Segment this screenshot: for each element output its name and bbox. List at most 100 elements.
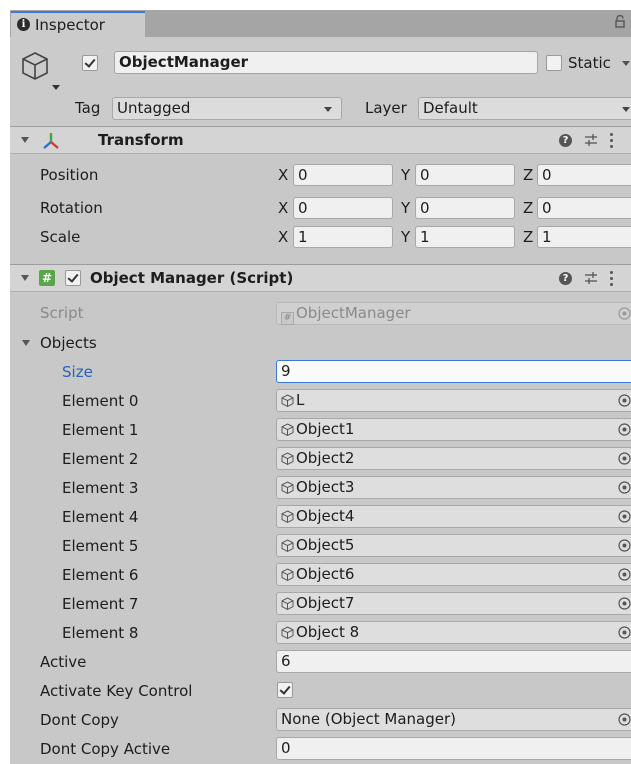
layer-dropdown[interactable]: Default	[418, 97, 631, 120]
activate-key-control-label: Activate Key Control	[40, 682, 193, 700]
gameobject-cube-icon[interactable]	[20, 50, 50, 82]
rotation-y-input[interactable]: 0	[415, 197, 515, 219]
object-picker-icon[interactable]	[618, 539, 631, 552]
element-value: Object5	[296, 536, 355, 554]
element-value: Object6	[296, 565, 355, 583]
element-value: Object4	[296, 507, 355, 525]
scale-label: Scale	[40, 228, 81, 246]
icon-dropdown-caret-icon[interactable]	[52, 85, 60, 90]
object-picker-icon	[618, 307, 631, 320]
scale-x-input[interactable]: 1	[293, 226, 393, 248]
presets-icon[interactable]	[584, 271, 598, 285]
scale-z-input[interactable]: 1	[537, 226, 631, 248]
element-field[interactable]: L	[276, 389, 631, 412]
element-label: Element 4	[62, 508, 139, 526]
element-label: Element 5	[62, 537, 139, 555]
script-label: Script	[40, 304, 84, 322]
help-icon[interactable]: ?	[559, 272, 572, 285]
transform-header[interactable]: Transform ?	[10, 126, 631, 154]
axis-x-label[interactable]: X	[278, 227, 288, 247]
dont-copy-active-input[interactable]: 0	[276, 737, 631, 760]
element-label: Element 7	[62, 595, 139, 613]
element-value: L	[296, 391, 305, 409]
element-field[interactable]: Object5	[276, 534, 631, 557]
element-field[interactable]: Object4	[276, 505, 631, 528]
element-label: Element 1	[62, 421, 139, 439]
object-picker-icon[interactable]	[618, 481, 631, 494]
chevron-down-icon	[622, 107, 630, 112]
object-manager-header[interactable]: # Object Manager (Script) ?	[10, 264, 631, 292]
object-picker-icon[interactable]	[618, 394, 631, 407]
position-z-input[interactable]: 0	[537, 164, 631, 186]
dont-copy-field[interactable]: None (Object Manager)	[276, 708, 631, 731]
element-value: Object1	[296, 420, 355, 438]
object-picker-icon[interactable]	[618, 713, 631, 726]
activate-key-control-checkbox[interactable]	[277, 682, 293, 698]
active-checkbox[interactable]	[82, 55, 98, 71]
info-icon: i	[17, 18, 30, 31]
element-label: Element 2	[62, 450, 139, 468]
axis-y-label[interactable]: Y	[401, 198, 410, 218]
axis-z-label[interactable]: Z	[523, 227, 533, 247]
element-label: Element 8	[62, 624, 139, 642]
foldout-arrow-icon[interactable]	[21, 275, 29, 281]
active-input[interactable]: 6	[276, 650, 631, 673]
axis-y-label[interactable]: Y	[401, 227, 410, 247]
element-field[interactable]: Object2	[276, 447, 631, 470]
size-label: Size	[62, 363, 93, 381]
tab-bar: i Inspector	[10, 10, 631, 38]
static-label[interactable]: Static	[568, 54, 611, 72]
chevron-down-icon	[324, 107, 332, 112]
axis-y-label[interactable]: Y	[401, 165, 410, 185]
dont-copy-active-label: Dont Copy Active	[40, 740, 171, 758]
objects-foldout-icon[interactable]	[22, 340, 30, 346]
tab-inspector[interactable]: i Inspector	[11, 11, 145, 38]
rotation-x-input[interactable]: 0	[293, 197, 393, 219]
object-picker-icon[interactable]	[618, 423, 631, 436]
position-y-input[interactable]: 0	[415, 164, 515, 186]
object-picker-icon[interactable]	[618, 568, 631, 581]
object-picker-icon[interactable]	[618, 597, 631, 610]
cube-icon	[281, 626, 294, 639]
element-field[interactable]: Object 8	[276, 621, 631, 644]
object-name-input[interactable]: ObjectManager	[114, 51, 538, 74]
context-menu-icon[interactable]	[610, 133, 614, 149]
lock-icon[interactable]	[615, 15, 625, 28]
object-picker-icon[interactable]	[618, 452, 631, 465]
rotation-z-input[interactable]: 0	[537, 197, 631, 219]
element-field[interactable]: Object6	[276, 563, 631, 586]
object-picker-icon[interactable]	[618, 510, 631, 523]
scale-y-input[interactable]: 1	[415, 226, 515, 248]
static-dropdown-caret-icon[interactable]	[622, 61, 630, 66]
inspector-window: i Inspector ObjectManager Static Tag Unt…	[10, 10, 631, 764]
help-icon[interactable]: ?	[559, 134, 572, 147]
size-input[interactable]: 9	[276, 360, 631, 383]
cube-icon	[281, 394, 294, 407]
objects-label[interactable]: Objects	[40, 333, 97, 353]
element-field[interactable]: Object7	[276, 592, 631, 615]
component-enabled-checkbox[interactable]	[65, 270, 81, 286]
axis-x-label[interactable]: X	[278, 165, 288, 185]
element-field[interactable]: Object3	[276, 476, 631, 499]
script-value: ObjectManager	[296, 304, 411, 322]
foldout-arrow-icon[interactable]	[21, 137, 29, 143]
axis-z-label[interactable]: Z	[523, 165, 533, 185]
element-value: Object3	[296, 478, 355, 496]
object-picker-icon[interactable]	[618, 626, 631, 639]
csharp-script-icon: #	[39, 270, 55, 286]
presets-icon[interactable]	[584, 133, 598, 147]
element-field[interactable]: Object1	[276, 418, 631, 441]
axis-x-label[interactable]: X	[278, 198, 288, 218]
cube-icon	[281, 568, 294, 581]
element-label: Element 3	[62, 479, 139, 497]
element-label: Element 0	[62, 392, 139, 410]
context-menu-icon[interactable]	[610, 271, 614, 287]
tag-label: Tag	[75, 99, 101, 117]
tag-dropdown[interactable]: Untagged	[112, 97, 342, 120]
cube-icon	[281, 481, 294, 494]
dont-copy-value: None (Object Manager)	[281, 710, 456, 728]
static-checkbox[interactable]	[546, 55, 562, 71]
position-x-input[interactable]: 0	[293, 164, 393, 186]
transform-axis-icon	[43, 133, 59, 149]
axis-z-label[interactable]: Z	[523, 198, 533, 218]
